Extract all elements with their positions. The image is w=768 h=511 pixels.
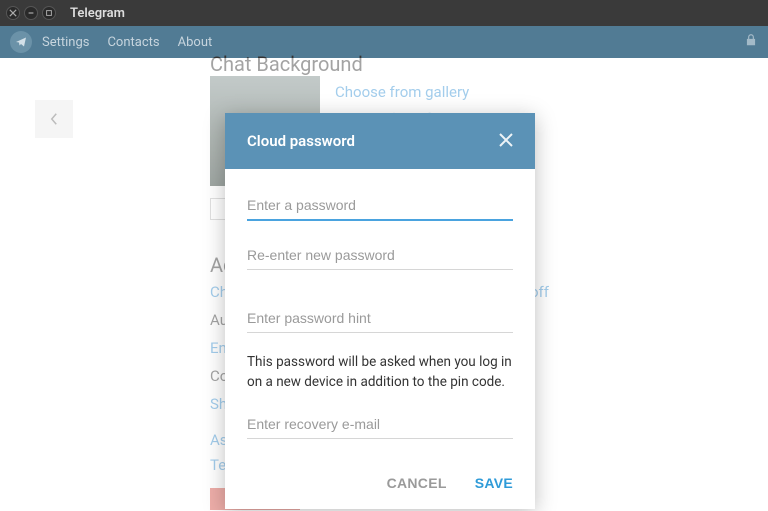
cancel-button[interactable]: CANCEL: [387, 475, 447, 491]
menu-about[interactable]: About: [178, 35, 213, 50]
save-button[interactable]: SAVE: [475, 475, 513, 491]
password-hint-input[interactable]: [247, 304, 513, 333]
window-maximize-button[interactable]: [42, 6, 56, 20]
password-help-text: This password will be asked when you log…: [247, 353, 513, 392]
recovery-email-input[interactable]: [247, 410, 513, 439]
window-close-button[interactable]: [6, 6, 20, 20]
dialog-title: Cloud password: [247, 132, 499, 150]
window-titlebar: Telegram: [0, 0, 768, 26]
window-minimize-button[interactable]: [24, 6, 38, 20]
password-confirm-input[interactable]: [247, 241, 513, 270]
password-input[interactable]: [247, 191, 513, 221]
back-button[interactable]: [35, 100, 73, 138]
lock-icon[interactable]: [744, 33, 758, 51]
dialog-header: Cloud password: [225, 113, 535, 169]
choose-from-gallery-link[interactable]: Choose from gallery: [335, 83, 469, 101]
app-menubar: Settings Contacts About: [0, 26, 768, 58]
close-icon[interactable]: [499, 132, 513, 151]
menu-contacts[interactable]: Contacts: [107, 35, 159, 50]
menu-settings[interactable]: Settings: [42, 35, 89, 50]
window-title: Telegram: [70, 6, 125, 21]
telegram-logo-icon: [10, 31, 32, 53]
chat-background-title: Chat Background: [210, 52, 363, 76]
cloud-password-dialog: Cloud password This password will be ask…: [225, 113, 535, 509]
